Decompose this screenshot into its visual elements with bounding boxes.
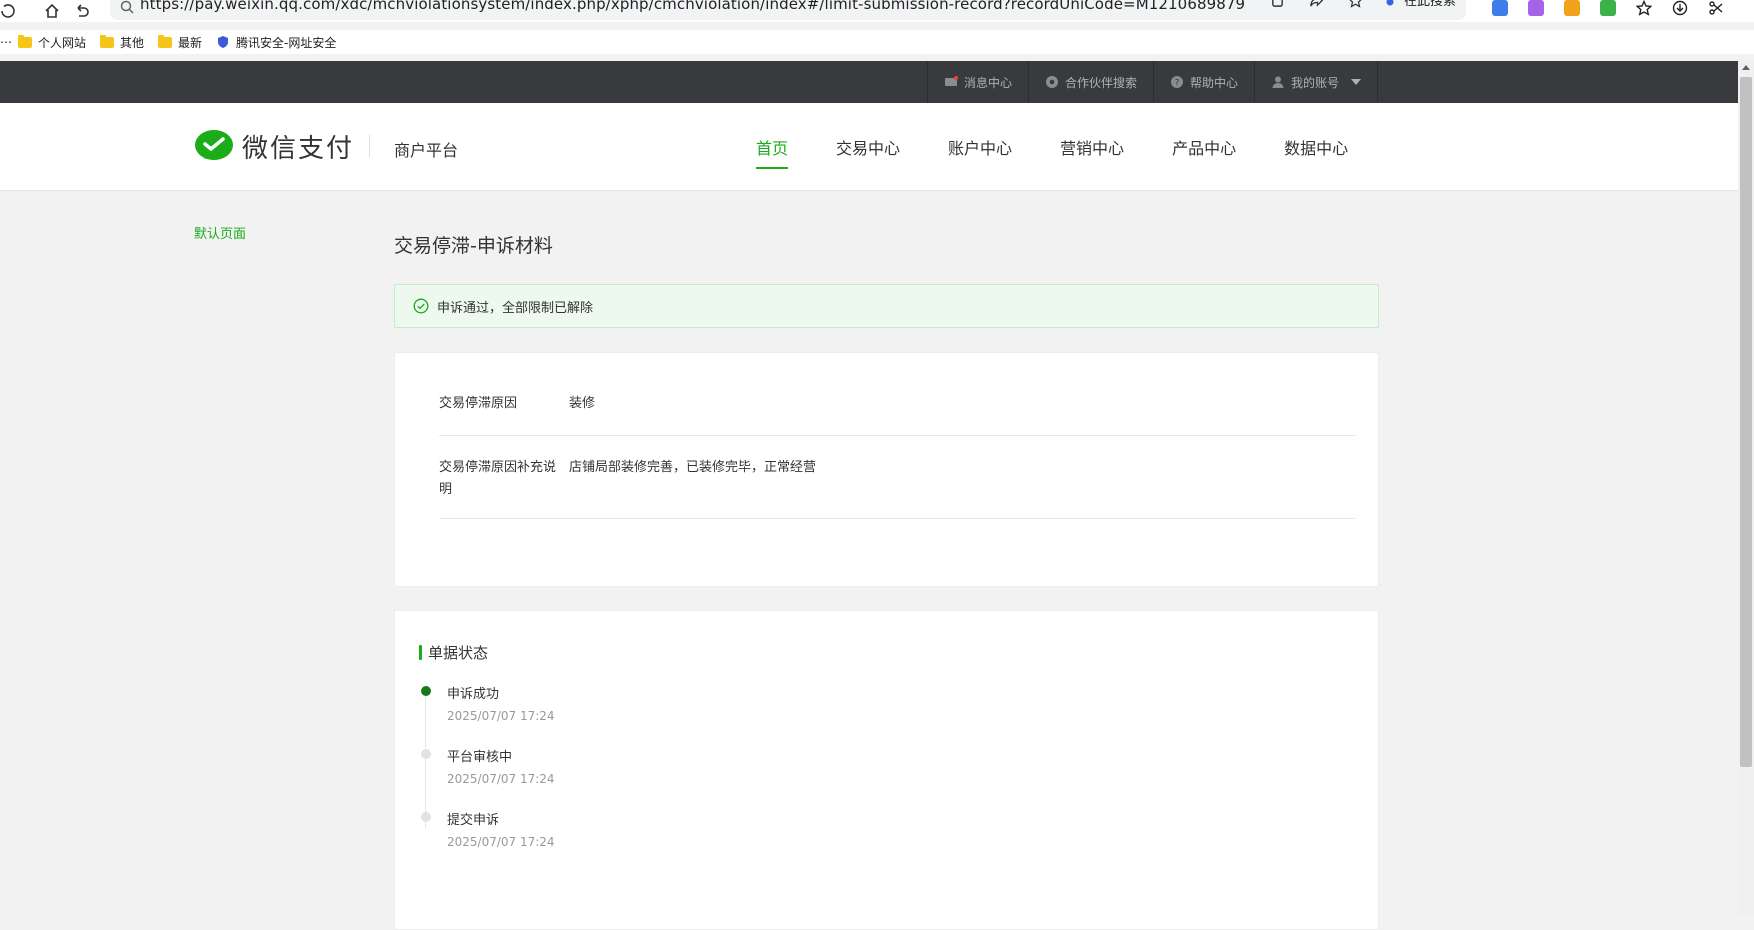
topbar-link-label: 帮助中心 — [1189, 75, 1238, 90]
section-title-accent — [419, 645, 422, 660]
green-extension-icon[interactable] — [1600, 0, 1616, 16]
translate-extension-icon[interactable] — [1492, 0, 1508, 16]
timeline-step-time: 2025/07/07 17:24 — [447, 835, 555, 849]
user-icon — [1272, 76, 1284, 88]
home-icon[interactable] — [44, 3, 60, 19]
success-alert: 申诉通过，全部限制已解除 — [394, 284, 1379, 328]
timeline-step-time: 2025/07/07 17:24 — [447, 709, 555, 723]
nav-product-center[interactable]: 产品中心 — [1172, 103, 1236, 191]
section-title-text: 单据状态 — [428, 644, 489, 662]
topbar-help-center[interactable]: ? 帮助中心 — [1152, 61, 1254, 103]
appeal-info-card: 交易停滞原因 装修 交易停滞原因补充说明 店铺局部装修完善，已装修完毕，正常经营 — [394, 352, 1379, 587]
help-icon: ? — [1170, 76, 1183, 89]
reload-icon[interactable] — [0, 3, 16, 19]
info-value: 店铺局部装修完善，已装修完毕，正常经营 — [569, 460, 817, 475]
info-row-reason: 交易停滞原因 装修 — [439, 393, 1355, 436]
nav-account-center[interactable]: 账户中心 — [948, 103, 1012, 191]
browser-toolbar: https://pay.weixin.qq.com/xdc/mchviolati… — [0, 0, 1754, 22]
bookmark-item[interactable]: 腾讯安全-网址安全 — [216, 34, 336, 51]
scissors-icon[interactable] — [1708, 0, 1724, 16]
info-row-reason-detail: 交易停滞原因补充说明 店铺局部装修完善，已装修完毕，正常经营 — [439, 457, 1355, 519]
search-engine-selector[interactable]: 在此搜索 — [1382, 0, 1456, 9]
topbar-link-label: 我的账号 — [1290, 75, 1339, 90]
svg-text:?: ? — [1175, 79, 1180, 89]
bookmark-label: 腾讯安全-网址安全 — [236, 35, 337, 50]
timeline-dot — [421, 812, 431, 822]
topbar-my-account[interactable]: 我的账号 — [1253, 61, 1378, 103]
nav-home[interactable]: 首页 — [756, 103, 789, 191]
undo-icon[interactable] — [74, 3, 90, 19]
extension-icons — [1492, 0, 1724, 16]
timeline-step-appeal-success: 申诉成功 2025/07/07 17:24 — [421, 683, 721, 743]
bookmark-item[interactable]: 最新 — [158, 34, 202, 51]
topbar-link-label: 合作伙伴搜索 — [1064, 75, 1137, 90]
paw-icon — [1386, 0, 1394, 5]
timeline-step-title: 提交申诉 — [447, 813, 500, 828]
merchant-topbar: 消息中心 合作伙伴搜索 ? 帮助中心 我的账号 — [0, 61, 1738, 103]
download-icon[interactable] — [1672, 0, 1688, 16]
platform-name: 商户平台 — [394, 141, 459, 160]
search-icon — [120, 0, 134, 14]
check-circle-icon — [413, 298, 429, 314]
timeline-dot-done — [421, 686, 431, 696]
chevron-down-icon — [1351, 79, 1361, 85]
scroll-thumb[interactable] — [1740, 77, 1752, 767]
site-header: 微信支付 商户平台 首页 交易中心 账户中心 营销中心 产品中心 数据中心 — [0, 103, 1738, 191]
bookmark-item[interactable]: 其他 — [100, 34, 144, 51]
page-title: 交易停滞-申诉材料 — [394, 235, 553, 257]
share-icon[interactable] — [1309, 0, 1324, 8]
bookmarks-overflow[interactable]: ⋯ — [0, 35, 12, 49]
url-text[interactable]: https://pay.weixin.qq.com/xdc/mchviolati… — [140, 0, 1245, 13]
timeline-dot — [421, 749, 431, 759]
topbar-partner-search[interactable]: 合作伙伴搜索 — [1027, 61, 1153, 103]
info-value: 装修 — [569, 396, 596, 411]
folder-icon — [158, 34, 173, 48]
page-scrollbar[interactable] — [1738, 61, 1754, 916]
bookmark-label: 个人网站 — [38, 35, 87, 50]
bookmark-label: 其他 — [120, 35, 145, 50]
purple-extension-icon[interactable] — [1528, 0, 1544, 16]
logo-text: 微信支付 — [242, 134, 355, 164]
scroll-up-arrow-icon[interactable] — [1742, 65, 1750, 70]
bookmark-item[interactable]: 个人网站 — [18, 34, 86, 51]
timeline-step-platform-review: 平台审核中 2025/07/07 17:24 — [421, 746, 721, 806]
alert-text: 申诉通过，全部限制已解除 — [437, 300, 594, 316]
main-nav: 首页 交易中心 账户中心 营销中心 产品中心 数据中心 — [756, 103, 1348, 191]
favorites-icon[interactable] — [1636, 0, 1652, 16]
topbar-message-center[interactable]: 消息中心 — [926, 61, 1028, 103]
nav-marketing-center[interactable]: 营销中心 — [1060, 103, 1124, 191]
topbar-link-label: 消息中心 — [963, 75, 1012, 90]
mail-icon — [944, 76, 958, 86]
info-label: 交易停滞原因 — [439, 396, 518, 411]
browser-nav-buttons — [0, 0, 90, 22]
search-engine-label: 在此搜索 — [1404, 0, 1457, 9]
orange-extension-icon[interactable] — [1564, 0, 1580, 16]
folder-icon — [100, 34, 115, 48]
timeline-step-time: 2025/07/07 17:24 — [447, 772, 555, 786]
partner-icon — [1045, 76, 1058, 88]
wechat-pay-logo[interactable]: 微信支付 — [194, 128, 354, 165]
sidebar-default-page-link[interactable]: 默认页面 — [194, 223, 246, 242]
section-title: 单据状态 — [419, 642, 488, 663]
logo-divider — [369, 135, 370, 157]
star-icon[interactable] — [1348, 0, 1363, 8]
info-label: 交易停滞原因补充说明 — [439, 460, 557, 497]
topbar-links: 消息中心 合作伙伴搜索 ? 帮助中心 我的账号 — [926, 61, 1378, 103]
timeline-step-title: 申诉成功 — [447, 687, 500, 702]
timeline-step-title: 平台审核中 — [447, 750, 513, 765]
address-bar-actions — [1270, 0, 1363, 8]
nav-data-center[interactable]: 数据中心 — [1284, 103, 1348, 191]
folder-icon — [18, 34, 32, 48]
timeline-step-submit-appeal: 提交申诉 2025/07/07 17:24 — [421, 809, 721, 869]
shield-icon — [218, 36, 229, 48]
bookmark-label: 最新 — [178, 35, 203, 50]
address-bar[interactable]: https://pay.weixin.qq.com/xdc/mchviolati… — [110, 0, 1466, 20]
wechat-pay-logo-icon — [195, 129, 233, 160]
nav-trade-center[interactable]: 交易中心 — [836, 103, 900, 191]
document-status-card: 单据状态 申诉成功 2025/07/07 17:24 平台审核中 2025/07… — [394, 610, 1379, 930]
bookmarks-bar: ⋯ 个人网站 其他 最新 腾讯安全-网址安全 — [0, 30, 1754, 54]
reader-icon[interactable] — [1270, 0, 1285, 8]
